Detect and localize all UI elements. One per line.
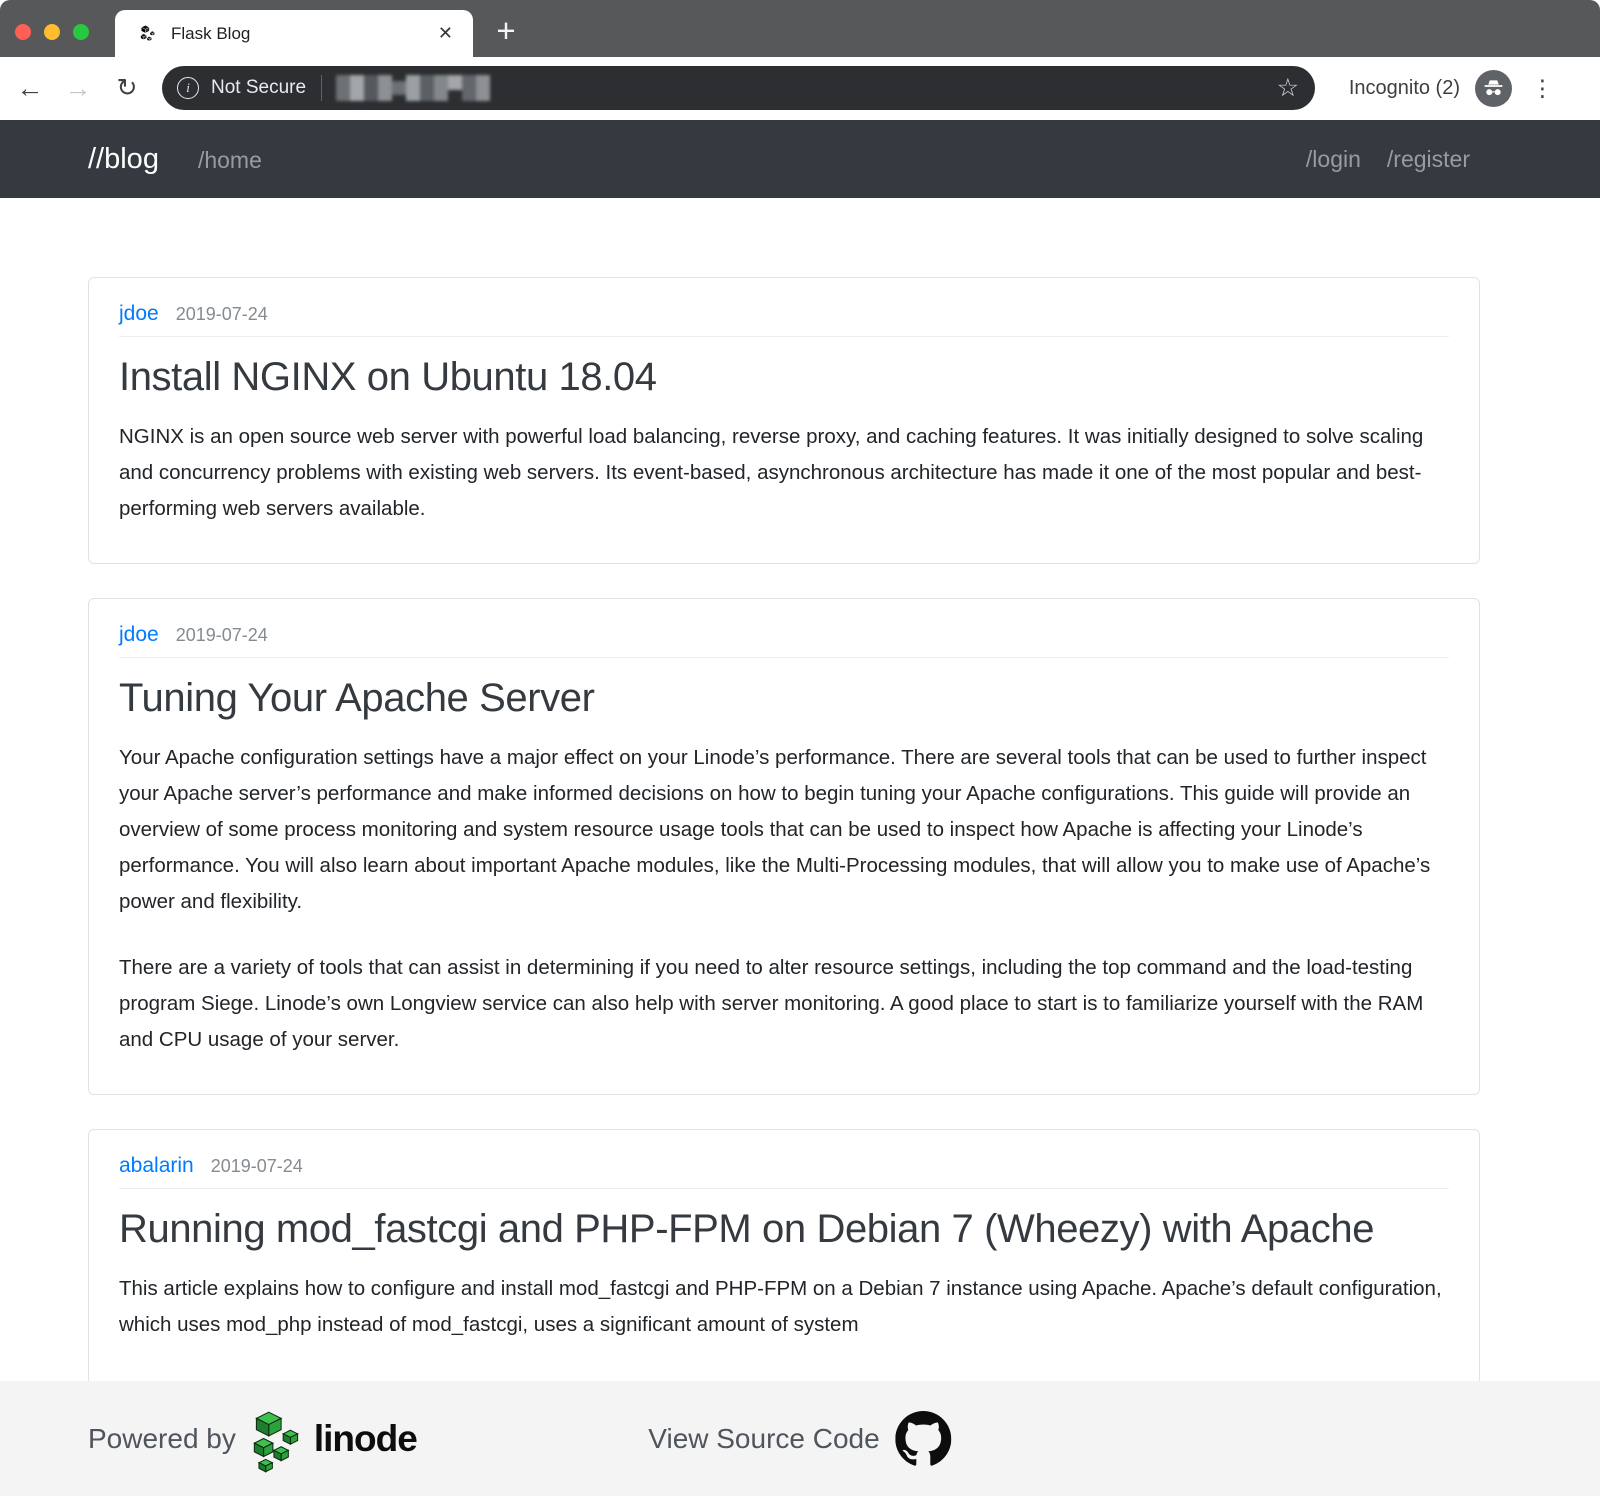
page-footer: Powered by: [0, 1381, 1600, 1496]
meta-divider: [119, 1188, 1449, 1189]
tab-title: Flask Blog: [171, 24, 250, 44]
view-source-label: View Source Code: [648, 1423, 879, 1455]
window-titlebar: Flask Blog ✕ +: [0, 0, 1600, 57]
post-date: 2019-07-24: [176, 304, 268, 325]
meta-divider: [119, 657, 1449, 658]
window-controls: [15, 24, 89, 40]
linode-link[interactable]: linode: [248, 1405, 417, 1473]
back-icon[interactable]: ←: [13, 75, 47, 102]
incognito-label: Incognito (2): [1349, 77, 1460, 100]
omnibox-separator: [321, 75, 322, 101]
incognito-badge: [1475, 70, 1512, 107]
nav-link-home[interactable]: /home: [198, 147, 262, 174]
flask-blog-favicon-icon: [137, 23, 159, 45]
redacted-url: [336, 75, 490, 101]
post-title: Running mod_fastcgi and PHP-FPM on Debia…: [119, 1203, 1449, 1255]
author-link[interactable]: jdoe: [119, 623, 159, 647]
tab-close-icon[interactable]: ✕: [432, 21, 459, 46]
post-card: jdoe 2019-07-24 Tuning Your Apache Serve…: [88, 598, 1480, 1095]
post-paragraph: Your Apache configuration settings have …: [119, 740, 1449, 920]
reload-icon[interactable]: ↻: [110, 76, 144, 101]
nav-link-login[interactable]: /login: [1306, 146, 1361, 173]
github-icon: [896, 1411, 952, 1467]
window-zoom-button[interactable]: [73, 24, 89, 40]
site-navbar: //blog /home /login /register: [0, 120, 1600, 198]
browser-menu-icon[interactable]: ⋮: [1531, 75, 1554, 102]
post-paragraph: This article explains how to configure a…: [119, 1271, 1449, 1343]
post-title: Tuning Your Apache Server: [119, 672, 1449, 724]
incognito-icon: [1482, 77, 1505, 100]
window-minimize-button[interactable]: [44, 24, 60, 40]
post-list: jdoe 2019-07-24 Install NGINX on Ubuntu …: [0, 198, 1600, 1459]
bookmark-star-icon[interactable]: ☆: [1277, 73, 1299, 103]
post-paragraph: NGINX is an open source web server with …: [119, 419, 1449, 527]
post-title: Install NGINX on Ubuntu 18.04: [119, 351, 1449, 403]
nav-link-register[interactable]: /register: [1387, 146, 1470, 173]
info-icon[interactable]: i: [177, 77, 199, 99]
author-link[interactable]: abalarin: [119, 1154, 194, 1178]
view-source-link[interactable]: View Source Code: [648, 1411, 951, 1467]
not-secure-label: Not Secure: [211, 77, 306, 99]
post-date: 2019-07-24: [211, 1156, 303, 1177]
window-close-button[interactable]: [15, 24, 31, 40]
post-date: 2019-07-24: [176, 625, 268, 646]
browser-toolbar: ← → ↻ i Not Secure ☆ Incognito (2) ⋮: [0, 57, 1600, 120]
post-paragraph: There are a variety of tools that can as…: [119, 950, 1449, 1058]
powered-by-label: Powered by: [88, 1423, 236, 1455]
linode-cubes-icon: [248, 1405, 306, 1473]
address-bar[interactable]: i Not Secure ☆: [162, 66, 1315, 110]
linode-wordmark: linode: [314, 1418, 417, 1460]
new-tab-button[interactable]: +: [487, 12, 525, 50]
brand-link[interactable]: //blog: [88, 143, 159, 176]
author-link[interactable]: jdoe: [119, 302, 159, 326]
post-card: jdoe 2019-07-24 Install NGINX on Ubuntu …: [88, 277, 1480, 564]
forward-icon[interactable]: →: [61, 75, 95, 102]
meta-divider: [119, 336, 1449, 337]
browser-tab[interactable]: Flask Blog ✕: [115, 10, 473, 57]
